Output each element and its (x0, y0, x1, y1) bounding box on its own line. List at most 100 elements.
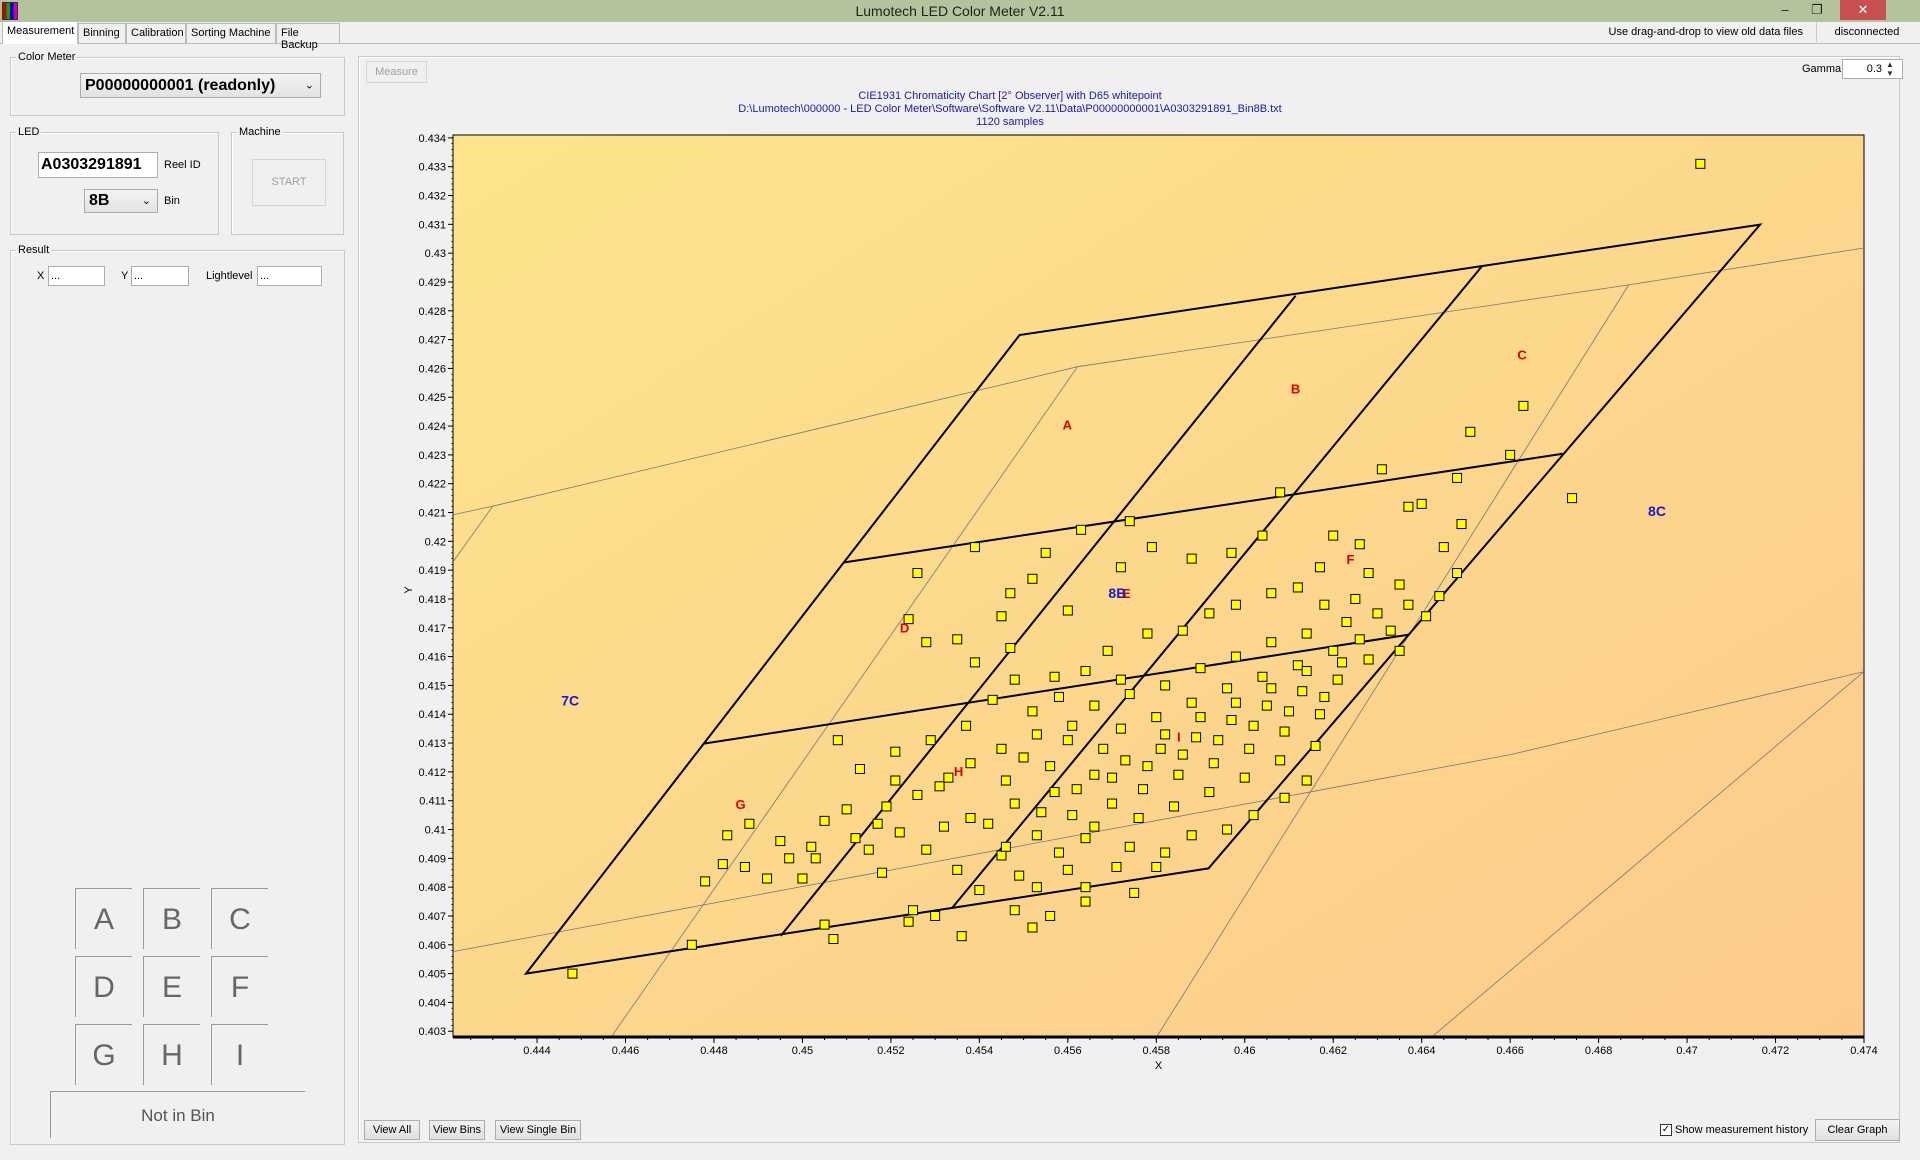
sub-bin-label: C (1517, 348, 1527, 363)
x-tick-label: 0.466 (1496, 1045, 1524, 1057)
data-point (775, 836, 786, 847)
data-point (908, 905, 919, 916)
data-point (1000, 841, 1011, 852)
data-point (965, 758, 976, 769)
chromaticity-chart[interactable]: CIE1931 Chromaticity Chart [2° Observer]… (0, 0, 1920, 1160)
data-point (1009, 905, 1020, 916)
data-point (1567, 493, 1578, 504)
data-point (1204, 608, 1215, 619)
view-bins-button[interactable]: View Bins (429, 1120, 485, 1140)
data-point (1089, 700, 1100, 711)
data-point (810, 853, 821, 864)
data-point (1067, 720, 1078, 731)
y-tick-label: 0.404 (418, 997, 446, 1009)
data-point (1292, 660, 1303, 671)
y-tick-label: 0.429 (418, 277, 446, 289)
bin-label: 7C (561, 693, 579, 709)
x-tick-label: 0.468 (1585, 1045, 1613, 1057)
data-point (974, 885, 985, 896)
data-point (1111, 861, 1122, 872)
data-point (1049, 671, 1060, 682)
data-point (1115, 562, 1126, 573)
data-point (1014, 870, 1025, 881)
data-point (1045, 910, 1056, 921)
data-point (1261, 700, 1272, 711)
data-point (1115, 723, 1126, 734)
data-point (996, 850, 1007, 861)
data-point (819, 919, 830, 930)
sub-bin-label: H (954, 764, 963, 779)
data-point (1031, 882, 1042, 893)
y-tick-label: 0.408 (418, 882, 446, 894)
data-point (797, 873, 808, 884)
x-tick-label: 0.464 (1408, 1045, 1436, 1057)
data-point (965, 812, 976, 823)
data-point (1124, 516, 1135, 527)
data-point (1168, 801, 1179, 812)
y-tick-label: 0.411 (419, 796, 446, 808)
view-single-bin-button[interactable]: View Single Bin (495, 1120, 581, 1140)
data-point (881, 801, 892, 812)
data-point (1328, 645, 1339, 656)
data-point (1257, 671, 1268, 682)
data-point (1040, 547, 1051, 558)
view-all-button[interactable]: View All (364, 1120, 420, 1140)
data-point (686, 939, 697, 950)
history-label: Show measurement history (1675, 1124, 1809, 1136)
data-point (877, 867, 888, 878)
data-point (1177, 749, 1188, 760)
data-point (1376, 464, 1387, 475)
sub-bin-label: I (1177, 730, 1181, 745)
data-point (1403, 501, 1414, 512)
data-point (1279, 726, 1290, 737)
data-point (1226, 715, 1237, 726)
data-point (1009, 798, 1020, 809)
data-point (890, 775, 901, 786)
y-tick-label: 0.422 (418, 479, 446, 491)
x-tick-label: 0.446 (612, 1045, 640, 1057)
data-point (1062, 735, 1073, 746)
bin-label: 8C (1648, 503, 1666, 519)
data-point (1027, 922, 1038, 933)
data-point (1115, 674, 1126, 685)
data-point (1124, 841, 1135, 852)
clear-graph-button[interactable]: Clear Graph (1815, 1119, 1900, 1141)
y-tick-label: 0.407 (418, 911, 446, 923)
data-point (1314, 709, 1325, 720)
data-point (943, 772, 954, 783)
data-point (1222, 824, 1233, 835)
data-point (934, 781, 945, 792)
data-point (784, 853, 795, 864)
data-point (996, 611, 1007, 622)
data-point (1363, 568, 1374, 579)
data-point (1354, 634, 1365, 645)
y-tick-label: 0.409 (418, 853, 446, 865)
data-point (1124, 689, 1135, 700)
data-point (1062, 864, 1073, 875)
data-point (1155, 743, 1166, 754)
data-point (1173, 769, 1184, 780)
data-point (1031, 729, 1042, 740)
data-point (1138, 784, 1149, 795)
history-checkbox[interactable]: ✓ (1660, 1124, 1672, 1136)
y-tick-label: 0.418 (418, 594, 446, 606)
data-point (1266, 588, 1277, 599)
data-point (952, 864, 963, 875)
data-point (1195, 712, 1206, 723)
data-point (1080, 666, 1091, 677)
data-point (1275, 755, 1286, 766)
data-point (863, 844, 874, 855)
y-tick-label: 0.403 (418, 1026, 446, 1038)
data-point (1045, 761, 1056, 772)
y-axis-label: Y (403, 586, 415, 594)
data-point (1248, 810, 1259, 821)
data-point (1053, 691, 1064, 702)
data-point (1151, 861, 1162, 872)
data-point (1314, 562, 1325, 573)
data-point (722, 830, 733, 841)
data-point (969, 542, 980, 553)
data-point (762, 873, 773, 884)
data-point (894, 827, 905, 838)
data-point (938, 821, 949, 832)
data-point (1230, 651, 1241, 662)
